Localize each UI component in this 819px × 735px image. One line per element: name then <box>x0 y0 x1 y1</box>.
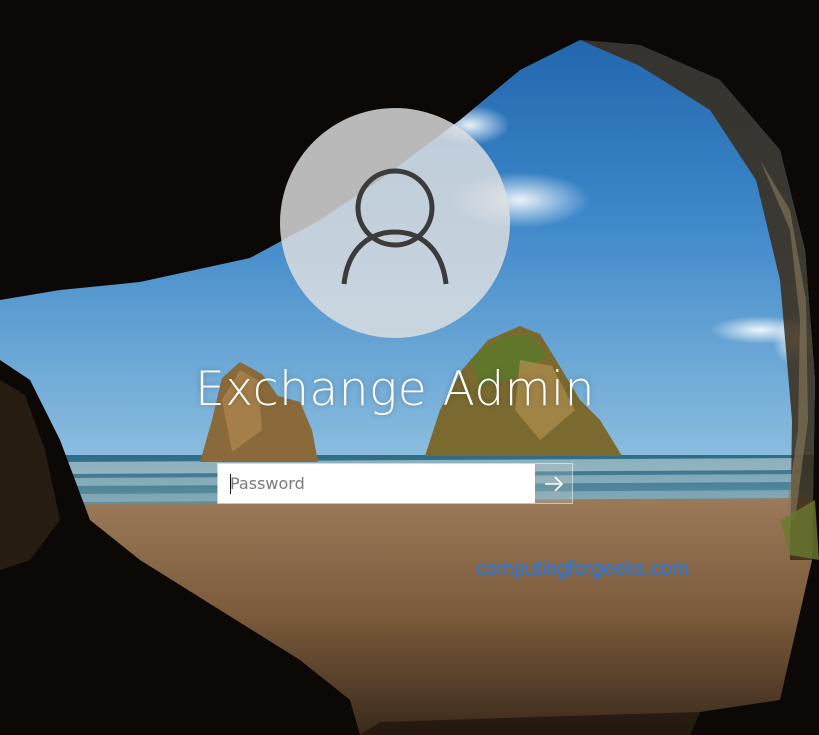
password-input-wrapper <box>218 464 535 503</box>
user-silhouette-icon <box>341 168 449 285</box>
text-caret <box>230 474 231 494</box>
arrow-right-icon <box>544 475 563 492</box>
user-avatar <box>280 108 510 338</box>
password-input[interactable] <box>218 464 535 503</box>
user-name-label: Exchange Admin <box>195 362 595 417</box>
submit-button[interactable] <box>535 464 572 503</box>
password-field-group <box>217 463 573 504</box>
watermark-text: computingforgeeks.com <box>476 558 689 580</box>
